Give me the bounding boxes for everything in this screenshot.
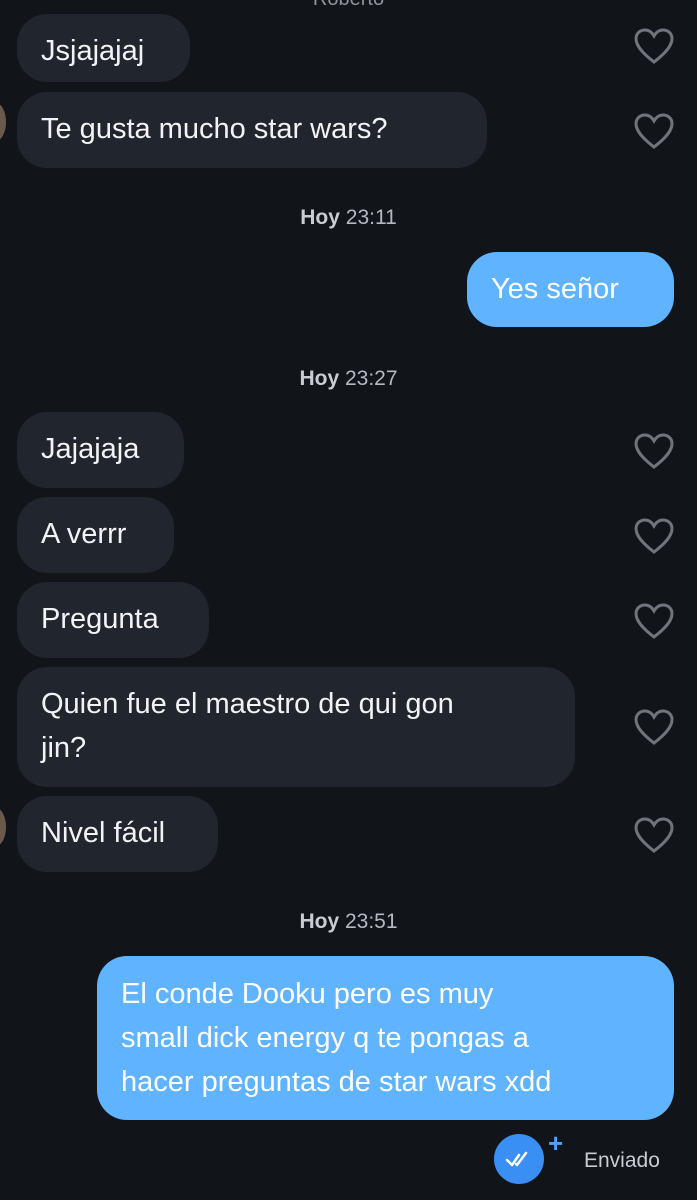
timestamp-time: 23:11 (345, 206, 397, 229)
timestamp-day: Hoy (299, 910, 340, 933)
message-bubble-incoming[interactable]: Quien fue el maestro de qui gon jin? (17, 667, 575, 787)
like-heart-icon[interactable] (633, 816, 675, 854)
message-bubble-outgoing[interactable]: Yes señor (467, 252, 674, 327)
avatar[interactable] (0, 808, 6, 846)
like-heart-icon[interactable] (633, 27, 675, 65)
double-check-icon (505, 1151, 528, 1167)
avatar[interactable] (0, 103, 6, 141)
timestamp-day: Hoy (299, 367, 340, 390)
timestamp: Hoy 23:11 (0, 206, 697, 230)
message-status: Enviado (584, 1149, 660, 1172)
like-heart-icon[interactable] (633, 708, 675, 746)
timestamp-day: Hoy (300, 206, 340, 229)
timestamp: Hoy 23:27 (0, 367, 697, 391)
timestamp: Hoy 23:51 (0, 910, 697, 934)
like-heart-icon[interactable] (633, 517, 675, 555)
timestamp-time: 23:51 (344, 910, 398, 933)
message-bubble-incoming[interactable]: Te gusta mucho star wars? (17, 92, 487, 168)
contact-name-header: Roberto (0, 0, 697, 11)
plus-icon[interactable]: + (548, 1130, 563, 1156)
message-bubble-outgoing[interactable]: El conde Dooku pero es muy small dick en… (97, 956, 674, 1120)
like-heart-icon[interactable] (633, 602, 675, 640)
message-bubble-incoming[interactable]: Jsjajajaj (17, 14, 190, 82)
timestamp-time: 23:27 (344, 367, 398, 390)
like-heart-icon[interactable] (633, 432, 675, 470)
read-receipt-icon (494, 1134, 544, 1184)
message-bubble-incoming[interactable]: A verrr (17, 497, 174, 573)
message-bubble-incoming[interactable]: Pregunta (17, 582, 209, 658)
like-heart-icon[interactable] (633, 112, 675, 150)
message-bubble-incoming[interactable]: Nivel fácil (17, 796, 218, 872)
message-bubble-incoming[interactable]: Jajajaja (17, 412, 184, 488)
